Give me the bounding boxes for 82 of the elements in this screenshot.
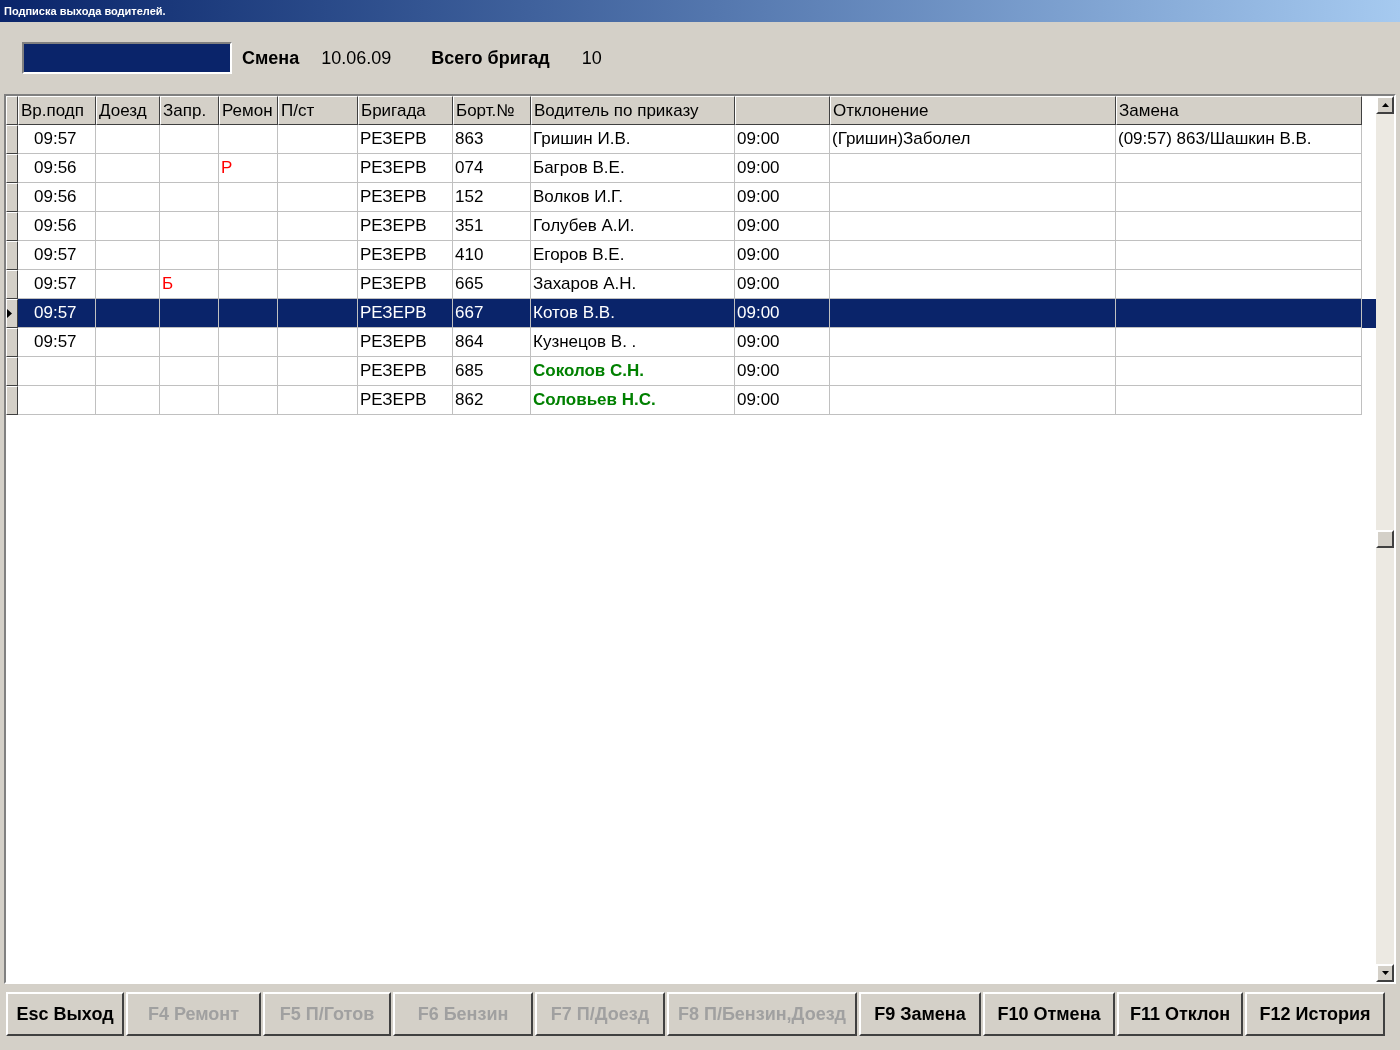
- function-button[interactable]: F12 История: [1245, 992, 1385, 1036]
- table-cell-text: РЕЗЕРВ: [360, 128, 427, 151]
- table-cell-text: 09:00: [737, 128, 780, 151]
- shift-date: 10.06.09: [321, 46, 392, 70]
- column-header[interactable]: Запр.: [160, 96, 219, 125]
- column-header[interactable]: Отклонение: [830, 96, 1116, 125]
- table-cell-text: 09:57: [34, 302, 77, 325]
- table-cell-text: РЕЗЕРВ: [360, 244, 427, 267]
- table-cell-text: 09:00: [737, 244, 780, 267]
- total-count: 10: [581, 46, 602, 70]
- table-cell-text: Р: [221, 157, 233, 180]
- table-cell-text: Соловьев Н.С.: [533, 389, 656, 412]
- table-cell-text: 09:00: [737, 157, 780, 180]
- table-cell-text: 864: [455, 331, 484, 354]
- table-cell-text: Егоров В.Е.: [533, 244, 625, 267]
- function-button[interactable]: F10 Отмена: [983, 992, 1115, 1036]
- table-cell-text: (Гришин)Заболел: [832, 128, 971, 151]
- table-cell-text: 09:00: [737, 215, 780, 238]
- table-cell-text: РЕЗЕРВ: [360, 157, 427, 180]
- column-header[interactable]: Замена: [1116, 96, 1362, 125]
- table-cell-text: Гришин И.В.: [533, 128, 631, 151]
- table-cell-text: 862: [455, 389, 484, 412]
- function-button[interactable]: Esc Выход: [6, 992, 124, 1036]
- table-cell-text: 09:57: [34, 331, 77, 354]
- table-cell-text: РЕЗЕРВ: [360, 389, 427, 412]
- scroll-thumb[interactable]: [1376, 530, 1394, 548]
- table-cell-text: РЕЗЕРВ: [360, 186, 427, 209]
- column-header[interactable]: П/ст: [278, 96, 358, 125]
- column-header[interactable]: Доезд: [96, 96, 160, 125]
- scroll-up-button[interactable]: [1376, 96, 1394, 114]
- column-header[interactable]: [735, 96, 830, 125]
- table-cell-text: (09:57) 863/Шашкин В.В.: [1118, 128, 1312, 151]
- shift-label: Смена: [242, 46, 300, 70]
- up-arrow-icon: [1381, 103, 1389, 107]
- table-cell-text: 09:57: [34, 128, 77, 151]
- table-cell-text: Волков И.Г.: [533, 186, 623, 209]
- column-header[interactable]: Бригада: [358, 96, 453, 125]
- function-button[interactable]: F9 Замена: [859, 992, 981, 1036]
- vertical-scrollbar[interactable]: [1376, 96, 1394, 982]
- window-title: Подписка выхода водителей.: [4, 3, 166, 19]
- table-cell-text: 152: [455, 186, 484, 209]
- table-cell-text: Захаров А.Н.: [533, 273, 637, 296]
- table-cell-text: Голубев А.И.: [533, 215, 635, 238]
- function-button[interactable]: F11 Отклон: [1117, 992, 1243, 1036]
- table-cell-text: РЕЗЕРВ: [360, 273, 427, 296]
- table-cell-text: 351: [455, 215, 484, 238]
- table-cell-text: РЕЗЕРВ: [360, 360, 427, 383]
- column-header[interactable]: Водитель по приказу: [531, 96, 735, 125]
- table-cell-text: 667: [455, 302, 484, 325]
- scroll-down-button[interactable]: [1376, 964, 1394, 982]
- current-row-icon: [7, 309, 12, 318]
- column-header[interactable]: Борт.№: [453, 96, 531, 125]
- table-cell-text: 09:56: [34, 215, 77, 238]
- column-header[interactable]: Вр.подп: [18, 96, 96, 125]
- table-cell-text: 410: [455, 244, 484, 267]
- table-cell-text: 09:56: [34, 157, 77, 180]
- input-field[interactable]: [22, 42, 232, 74]
- table-cell-text: 09:00: [737, 331, 780, 354]
- table-row[interactable]: 09:57 РЕЗЕРВ 667 Котов В.В. 09:00: [6, 299, 1376, 328]
- table-cell-text: 09:00: [737, 360, 780, 383]
- table-cell-text: 863: [455, 128, 484, 151]
- table-cell-text: 09:00: [737, 186, 780, 209]
- table-cell-text: РЕЗЕРВ: [360, 302, 427, 325]
- table-cell-text: 09:00: [737, 273, 780, 296]
- table-cell-text: 09:57: [34, 244, 77, 267]
- table-cell-text: 074: [455, 157, 484, 180]
- table-cell-text: Котов В.В.: [533, 302, 615, 325]
- table-cell-text: РЕЗЕРВ: [360, 215, 427, 238]
- table-cell-text: 09:00: [737, 302, 780, 325]
- table-cell-text: Кузнецов В. .: [533, 331, 637, 354]
- column-header[interactable]: Ремон: [219, 96, 278, 125]
- table-cell-text: 685: [455, 360, 484, 383]
- table-cell-text: РЕЗЕРВ: [360, 331, 427, 354]
- table-cell-text: 09:56: [34, 186, 77, 209]
- table-cell-text: Багров В.Е.: [533, 157, 625, 180]
- table-cell-text: Соколов С.Н.: [533, 360, 645, 383]
- table-cell-text: 665: [455, 273, 484, 296]
- table-cell-text: 09:57: [34, 273, 77, 296]
- table-cell-text: 09:00: [737, 389, 780, 412]
- down-arrow-icon: [1381, 971, 1389, 975]
- total-label: Всего бригад: [431, 46, 550, 70]
- table-cell-text: Б: [162, 273, 174, 296]
